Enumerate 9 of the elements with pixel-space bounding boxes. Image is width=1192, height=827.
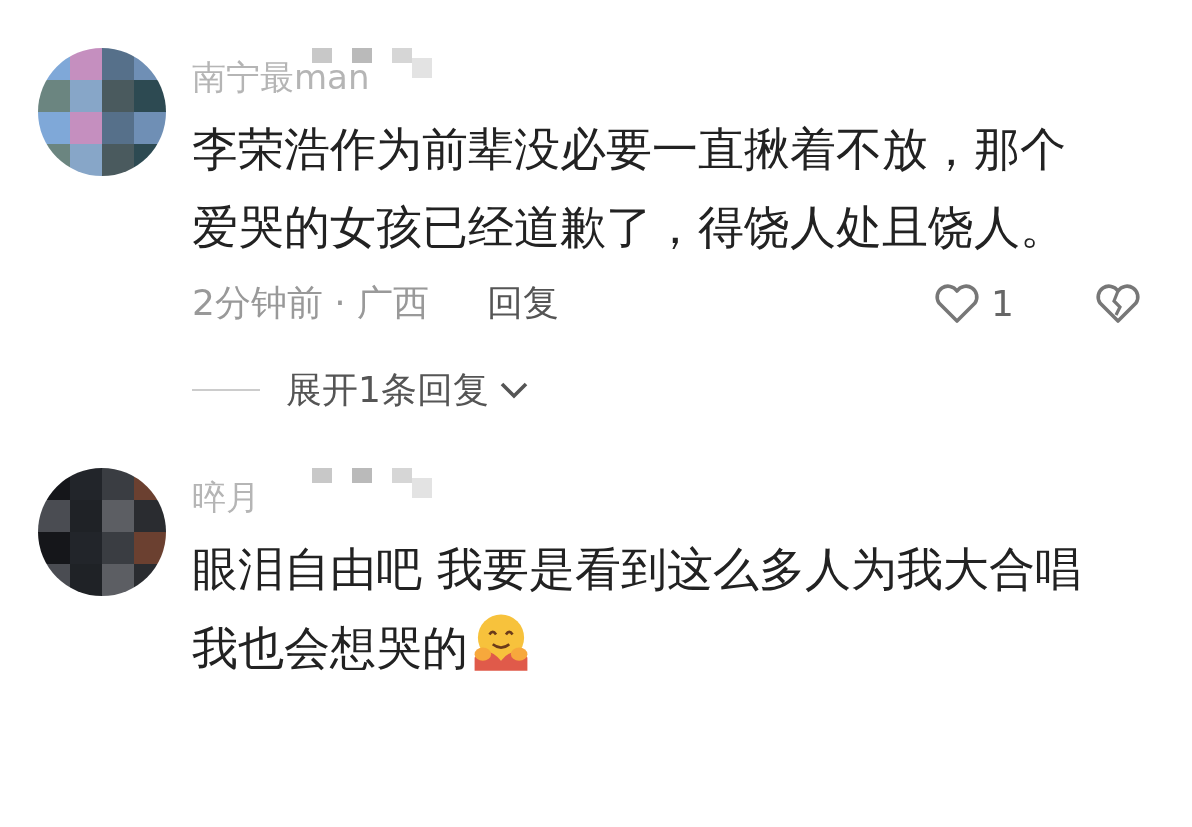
chevron-down-icon bbox=[498, 381, 529, 399]
broken-heart-icon[interactable] bbox=[1094, 281, 1142, 325]
comment-text: 眼泪自由吧 我要是看到这么多人为我大合唱我也会想哭的 bbox=[192, 541, 1082, 677]
heart-icon bbox=[933, 281, 982, 325]
expand-replies[interactable]: 展开1条回复 bbox=[192, 360, 529, 420]
comment-text: 李荣浩作为前辈没必要一直揪着不放，那个爱哭的女孩已经道歉了，得饶人处且饶人。 bbox=[192, 121, 1067, 256]
like-button[interactable]: 1 bbox=[933, 281, 1014, 325]
reply-link[interactable]: 回复 bbox=[487, 278, 560, 328]
time-location: 2分钟前 · 广西 bbox=[192, 280, 430, 325]
